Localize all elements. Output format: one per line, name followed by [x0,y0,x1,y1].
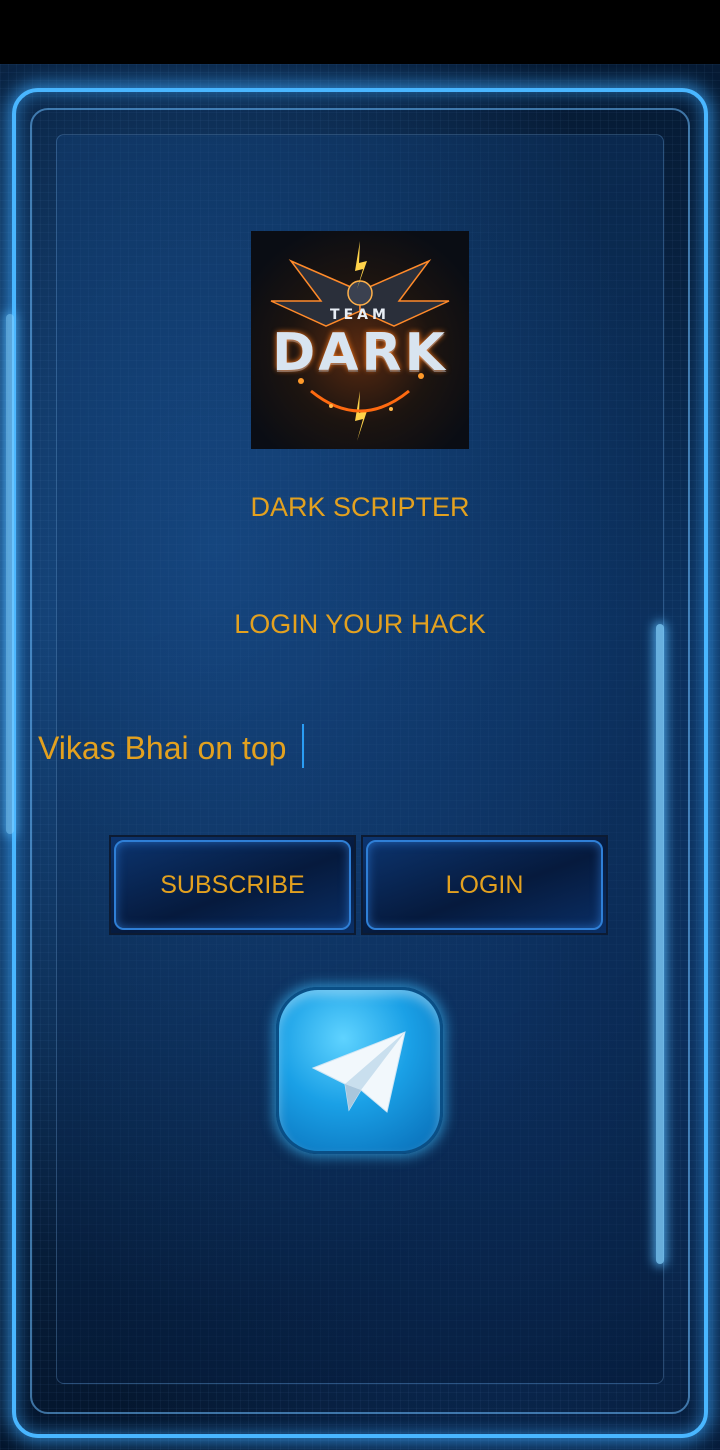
telegram-button[interactable] [276,987,443,1154]
text-cursor [302,724,304,768]
login-button[interactable]: LOGIN [361,835,608,935]
team-dark-logo: TEAM DARK [251,231,469,449]
app-title: DARK SCRIPTER [250,492,470,522]
subscribe-button-label: SUBSCRIBE [160,870,305,899]
telegram-paper-plane-icon [311,1031,406,1113]
frame-glow-left [6,314,14,834]
login-subtitle: LOGIN YOUR HACK [234,609,486,639]
login-button-label: LOGIN [445,870,524,899]
subscribe-button[interactable]: SUBSCRIBE [109,835,356,935]
logo-team-text: TEAM [330,307,390,323]
frame-glow-right [656,624,664,1264]
key-input[interactable] [38,726,678,770]
status-bar [0,0,720,64]
logo-dark-text: DARK [272,323,448,383]
